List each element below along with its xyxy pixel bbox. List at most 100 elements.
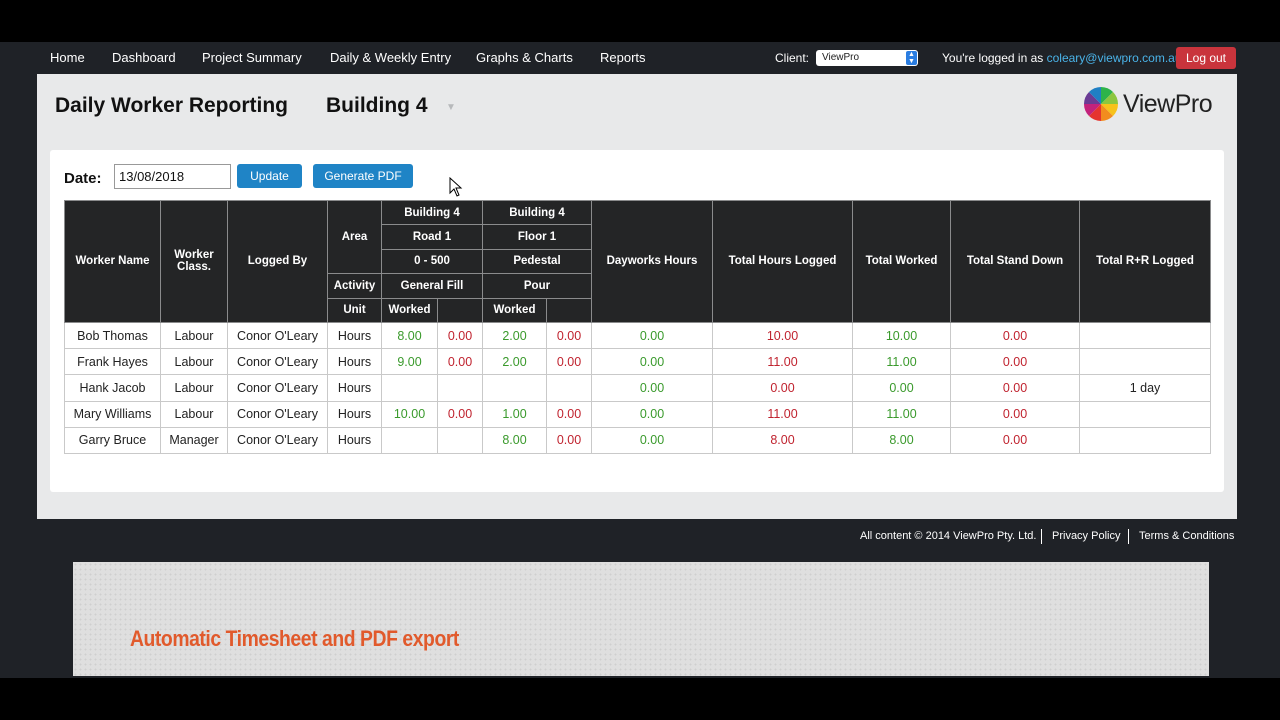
cell-rr [1079, 426, 1211, 454]
generate-pdf-button[interactable]: Generate PDF [313, 164, 413, 188]
header-unit: Unit [327, 297, 382, 323]
cell-logged: 11.00 [712, 348, 853, 376]
cell-g2s [546, 374, 592, 402]
header-group1-range: 0 - 500 [381, 248, 483, 275]
cell-worked: 10.00 [852, 321, 951, 350]
header-activity: Activity [327, 273, 382, 299]
nav-reports[interactable]: Reports [600, 50, 646, 65]
chevron-down-icon[interactable]: ▼ [446, 102, 458, 113]
header-group2-range: Pedestal [482, 248, 592, 275]
caption-banner: Automatic Timesheet and PDF export [73, 562, 1209, 676]
cell-g1s: 0.00 [437, 400, 483, 428]
cell-class: Manager [160, 426, 228, 454]
cell-rr [1079, 348, 1211, 376]
footer-terms-link[interactable]: Terms & Conditions [1139, 530, 1234, 542]
cell-logged-by: Conor O'Leary [227, 348, 328, 376]
header-total-worked: Total Worked [852, 200, 951, 323]
cell-logged: 8.00 [712, 426, 853, 454]
mouse-cursor-icon [449, 177, 463, 197]
cell-logged-by: Conor O'Leary [227, 426, 328, 454]
cell-g2w: 2.00 [482, 348, 547, 376]
cell-g1s [437, 374, 483, 402]
nav-dashboard[interactable]: Dashboard [112, 50, 176, 65]
cell-unit: Hours [327, 400, 382, 428]
header-group2-worked: Worked [482, 297, 547, 323]
footer-privacy-link[interactable]: Privacy Policy [1052, 530, 1120, 542]
logo-icon [1084, 87, 1118, 121]
cell-rr [1079, 321, 1211, 350]
cell-stand-down: 0.00 [950, 321, 1080, 350]
cell-name: Hank Jacob [64, 374, 161, 402]
logout-button[interactable]: Log out [1176, 47, 1236, 69]
header-group1-blank [437, 297, 483, 323]
cell-rr: 1 day [1079, 374, 1211, 402]
cell-class: Labour [160, 348, 228, 376]
cell-g1w [381, 426, 438, 454]
cell-name: Mary Williams [64, 400, 161, 428]
nav-home[interactable]: Home [50, 50, 85, 65]
header-group1-location: Road 1 [381, 224, 483, 250]
cell-class: Labour [160, 400, 228, 428]
nav-project-summary[interactable]: Project Summary [202, 50, 302, 65]
table-row: Frank Hayes Labour Conor O'Leary Hours 9.00 0… [64, 348, 1211, 376]
cell-logged: 0.00 [712, 374, 853, 402]
table-row: Hank Jacob Labour Conor O'Leary Hours 0.00 0.… [64, 374, 1211, 402]
date-input[interactable] [114, 164, 231, 189]
cell-g1s [437, 426, 483, 454]
table-row: Mary Williams Labour Conor O'Leary Hours 10.… [64, 400, 1211, 428]
client-select[interactable]: ViewPro ▲ ▼ [816, 50, 918, 66]
cell-name: Bob Thomas [64, 321, 161, 350]
cell-stand-down: 0.00 [950, 400, 1080, 428]
cell-g2w [482, 374, 547, 402]
cell-unit: Hours [327, 348, 382, 376]
cell-class: Labour [160, 321, 228, 350]
cell-g2s: 0.00 [546, 348, 592, 376]
cell-g2w: 8.00 [482, 426, 547, 454]
cell-name: Garry Bruce [64, 426, 161, 454]
cell-g2s: 0.00 [546, 321, 592, 350]
cell-g1s: 0.00 [437, 348, 483, 376]
table-row: Bob Thomas Labour Conor O'Leary Hours 8.00 0.… [64, 321, 1211, 350]
cell-g2s: 0.00 [546, 400, 592, 428]
cell-g2w: 2.00 [482, 321, 547, 350]
header-logged-by: Logged By [227, 200, 328, 323]
date-label: Date: [64, 170, 102, 187]
top-nav: Home Dashboard Project Summary Daily & W… [0, 42, 1280, 74]
cell-unit: Hours [327, 321, 382, 350]
viewpro-logo: ViewPro [1083, 86, 1213, 122]
page-title: Daily Worker Reporting [55, 94, 288, 117]
header-area: Area [327, 199, 382, 275]
cell-class: Labour [160, 374, 228, 402]
cell-logged-by: Conor O'Leary [227, 374, 328, 402]
logo-text: ViewPro [1123, 89, 1213, 118]
building-selector[interactable]: Building 4 [326, 94, 428, 118]
nav-daily-weekly-entry[interactable]: Daily & Weekly Entry [330, 50, 451, 65]
cell-unit: Hours [327, 374, 382, 402]
nav-graphs-charts[interactable]: Graphs & Charts [476, 50, 573, 65]
header-group1-building: Building 4 [381, 199, 483, 226]
cell-name: Frank Hayes [64, 348, 161, 376]
header-group2-location: Floor 1 [482, 224, 592, 250]
main-panel: Daily Worker Reporting Building 4 ▼ View… [37, 74, 1237, 519]
footer-divider [1128, 529, 1129, 544]
cell-g1s: 0.00 [437, 321, 483, 350]
cell-g1w: 9.00 [381, 348, 438, 376]
header-group1-activity: General Fill [381, 273, 483, 299]
cell-logged-by: Conor O'Leary [227, 321, 328, 350]
logged-in-text: You're logged in as coleary@viewpro.com.… [942, 51, 1182, 65]
select-arrows-icon: ▲ ▼ [906, 51, 917, 65]
client-label: Client: [775, 51, 810, 65]
cell-stand-down: 0.00 [950, 348, 1080, 376]
table-body: Bob Thomas Labour Conor O'Leary Hours 8.00 0.… [64, 321, 1211, 454]
client-select-value: ViewPro [822, 52, 860, 63]
cell-logged: 10.00 [712, 321, 853, 350]
user-email-link[interactable]: coleary@viewpro.com.au [1047, 51, 1182, 65]
worker-report-table: Worker Name Worker Class. Logged By Area… [64, 199, 1211, 454]
cell-dayworks: 0.00 [591, 321, 713, 350]
cell-worked: 8.00 [852, 426, 951, 454]
cell-worked: 11.00 [852, 348, 951, 376]
update-button[interactable]: Update [237, 164, 302, 188]
footer-copyright: All content © 2014 ViewPro Pty. Ltd. [860, 530, 1037, 542]
header-group2-blank [546, 297, 592, 323]
caption-text: Automatic Timesheet and PDF export [130, 626, 459, 651]
